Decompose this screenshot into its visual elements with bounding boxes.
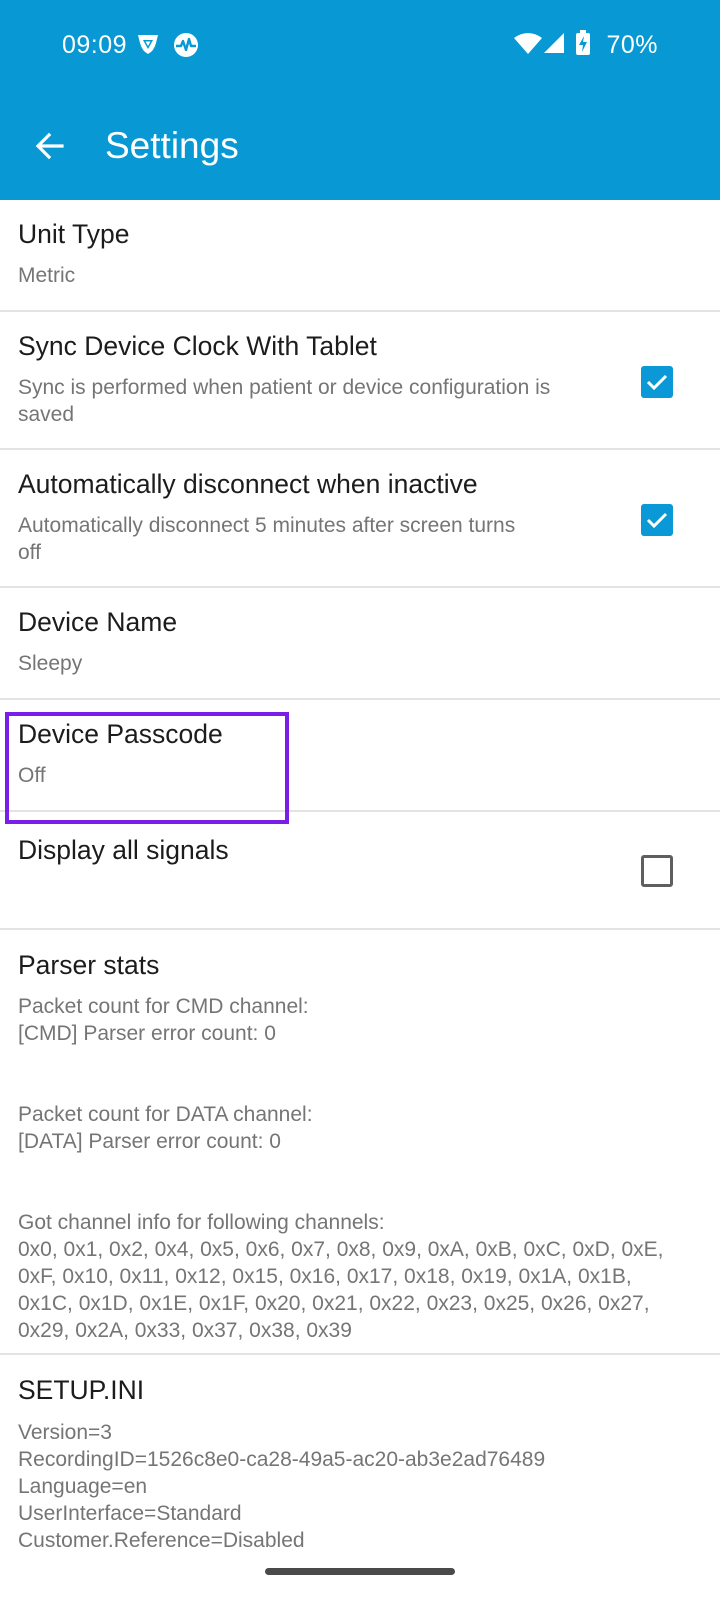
battery-charging-icon xyxy=(575,30,591,63)
pref-parser-stats[interactable]: Parser stats Packet count for CMD channe… xyxy=(0,930,720,1355)
settings-list[interactable]: Unit Type Metric Sync Device Clock With … xyxy=(0,200,720,1556)
pref-summary: Version=3 RecordingID=1526c8e0-ca28-49a5… xyxy=(18,1421,546,1552)
pref-display-all-signals[interactable]: Display all signals xyxy=(0,812,720,930)
auto-disconnect-checkbox[interactable] xyxy=(641,504,673,536)
wifi-icon xyxy=(514,33,542,62)
toolbar: Settings xyxy=(0,100,720,200)
pref-auto-disconnect[interactable]: Automatically disconnect when inactive A… xyxy=(0,450,720,588)
back-button[interactable] xyxy=(24,120,76,172)
pref-summary: Packet count for CMD channel: [CMD] Pars… xyxy=(18,995,664,1342)
pref-setup-ini[interactable]: SETUP.INI Version=3 RecordingID=1526c8e0… xyxy=(0,1355,720,1556)
navigation-bar xyxy=(0,1556,720,1600)
page-title: Settings xyxy=(105,125,239,166)
arrow-left-icon xyxy=(35,132,64,160)
pref-title: Device Name xyxy=(18,607,178,637)
pref-device-name[interactable]: Device Name Sleepy xyxy=(0,588,720,700)
battery-percent: 70% xyxy=(606,31,658,59)
pref-title: Sync Device Clock With Tablet xyxy=(18,331,377,361)
check-icon xyxy=(646,374,668,391)
pref-title: Device Passcode xyxy=(18,719,223,749)
display-signals-checkbox[interactable] xyxy=(641,855,673,887)
pref-summary: Sleepy xyxy=(18,652,83,675)
activity-icon xyxy=(173,32,199,65)
pref-device-passcode[interactable]: Device Passcode Off xyxy=(0,700,720,812)
cell-signal-icon xyxy=(543,32,565,61)
pref-summary: Metric xyxy=(18,264,76,287)
pref-sync-clock[interactable]: Sync Device Clock With Tablet Sync is pe… xyxy=(0,312,720,450)
pref-summary: Automatically disconnect 5 minutes after… xyxy=(18,514,516,564)
pref-title: Unit Type xyxy=(18,219,130,249)
pref-title: SETUP.INI xyxy=(18,1375,145,1405)
app-bar: 09:09 70% Settings xyxy=(0,0,720,200)
pref-title: Display all signals xyxy=(18,835,229,865)
pref-summary: Off xyxy=(18,764,46,787)
gesture-handle[interactable] xyxy=(265,1568,455,1575)
pref-title: Parser stats xyxy=(18,950,160,980)
check-icon xyxy=(646,512,668,529)
pref-summary: Sync is performed when patient or device… xyxy=(18,376,551,426)
vpn-shield-icon xyxy=(136,32,160,63)
status-time: 09:09 xyxy=(62,31,128,59)
pref-title: Automatically disconnect when inactive xyxy=(18,469,478,499)
pref-unit-type[interactable]: Unit Type Metric xyxy=(0,200,720,312)
status-bar: 09:09 70% xyxy=(0,0,720,90)
sync-clock-checkbox[interactable] xyxy=(641,366,673,398)
